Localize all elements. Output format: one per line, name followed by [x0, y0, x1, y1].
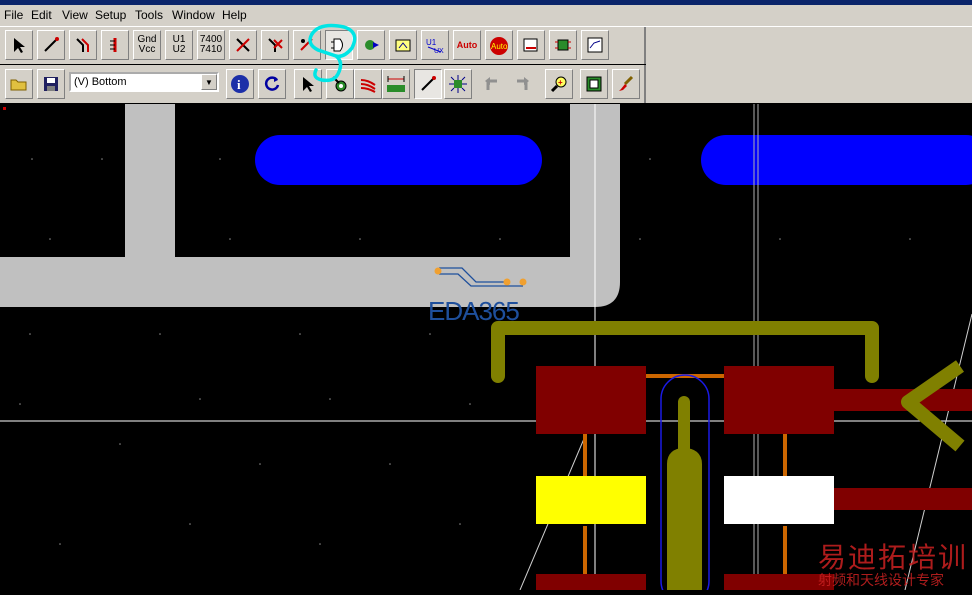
pcb-canvas[interactable]: [0, 23, 972, 595]
cn-watermark-subtitle: 射频和天线设计专家: [818, 573, 944, 589]
white-pad: [724, 476, 834, 524]
yellow-pad: [536, 476, 646, 524]
annotation-highlight-icon: [308, 23, 357, 83]
red-pad-right: [724, 366, 834, 434]
red-pad-left: [536, 366, 646, 434]
eda365-watermark: EDA365: [428, 296, 520, 326]
